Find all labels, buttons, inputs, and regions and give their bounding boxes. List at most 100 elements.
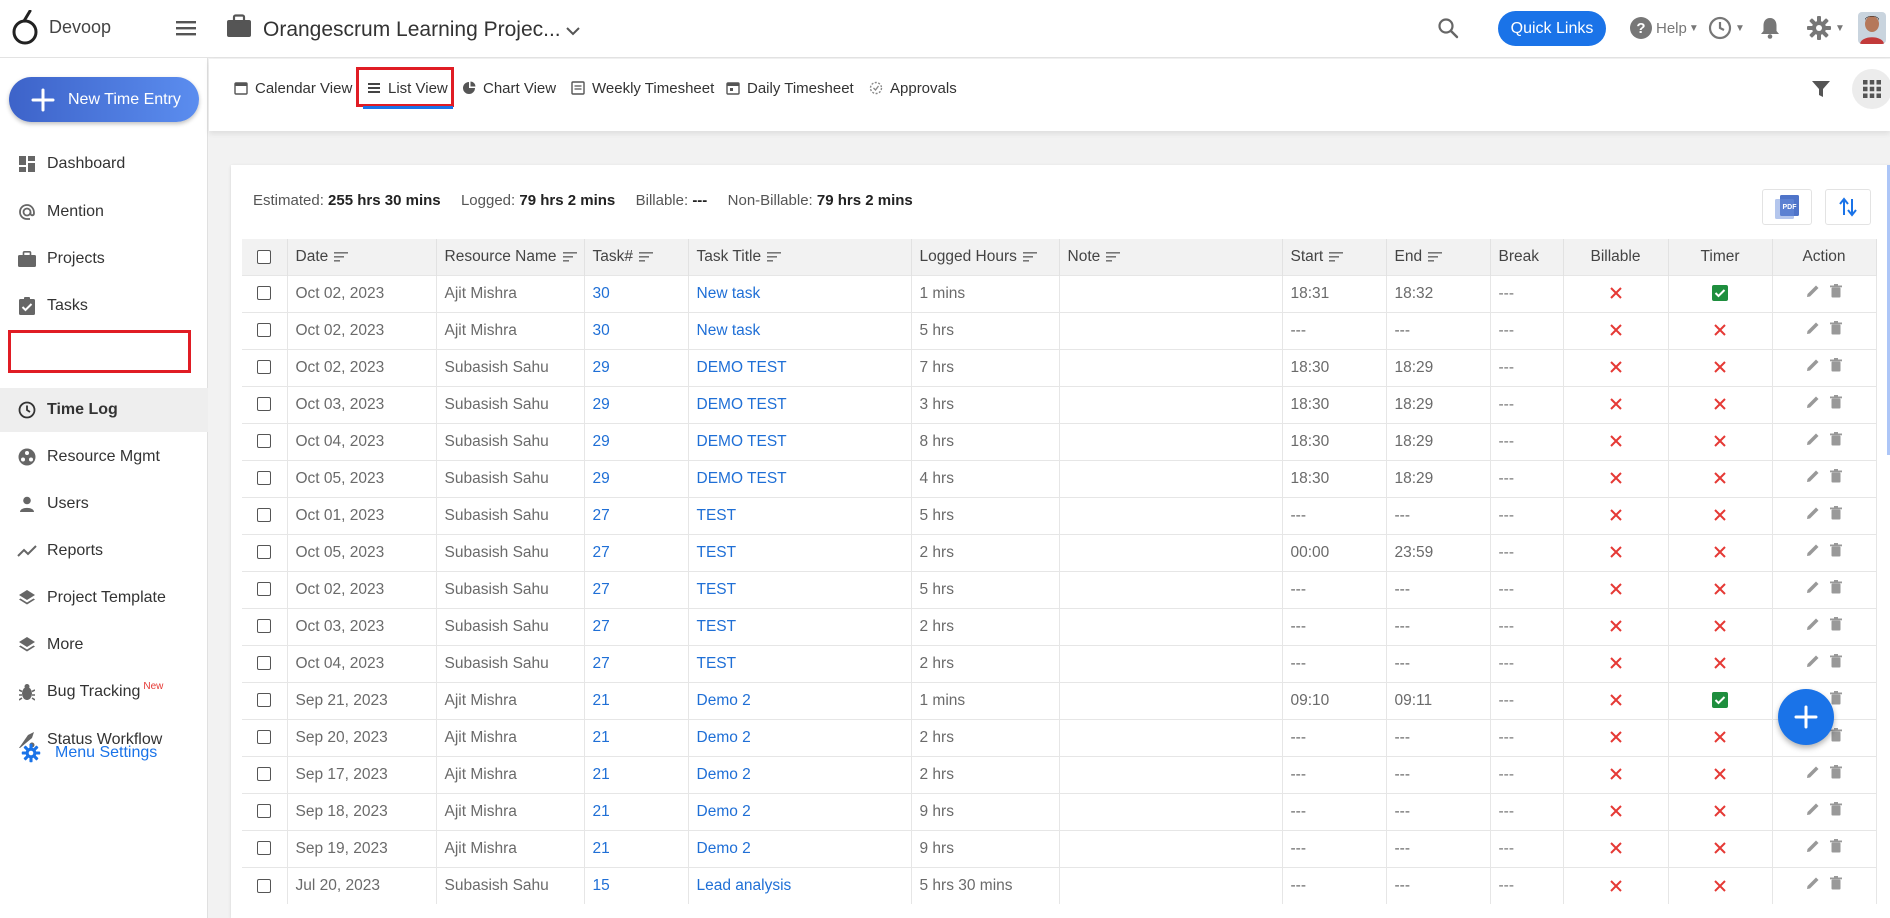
sidebar-item-tasks[interactable]: Tasks: [0, 284, 208, 328]
cell-task-number-link[interactable]: 27: [584, 607, 689, 645]
delete-trash-icon[interactable]: [1830, 543, 1842, 557]
edit-pencil-icon[interactable]: [1806, 580, 1820, 594]
row-checkbox[interactable]: [242, 459, 288, 497]
edit-pencil-icon[interactable]: [1806, 358, 1820, 372]
cell-task-number-link[interactable]: 27: [584, 644, 689, 682]
row-checkbox[interactable]: [242, 607, 288, 645]
cell-task-number-link[interactable]: 21: [584, 829, 689, 867]
tab-calendar-view[interactable]: Calendar View: [234, 75, 352, 101]
edit-pencil-icon[interactable]: [1806, 839, 1820, 853]
sidebar-item-projects[interactable]: Projects: [0, 237, 208, 281]
cell-task-title-link[interactable]: TEST: [688, 533, 912, 571]
delete-trash-icon[interactable]: [1830, 802, 1842, 816]
cell-task-number-link[interactable]: 27: [584, 496, 689, 534]
cell-task-title-link[interactable]: Demo 2: [688, 718, 912, 756]
delete-trash-icon[interactable]: [1830, 765, 1842, 779]
row-checkbox[interactable]: [242, 570, 288, 608]
tab-approvals[interactable]: Approvals: [869, 75, 957, 101]
cell-task-title-link[interactable]: Demo 2: [688, 792, 912, 830]
cell-task-title-link[interactable]: TEST: [688, 644, 912, 682]
sort-icon[interactable]: [767, 251, 782, 263]
tab-weekly-timesheet[interactable]: Weekly Timesheet: [571, 75, 714, 101]
edit-pencil-icon[interactable]: [1806, 395, 1820, 409]
edit-pencil-icon[interactable]: [1806, 617, 1820, 631]
row-checkbox[interactable]: [242, 829, 288, 867]
cell-task-title-link[interactable]: TEST: [688, 570, 912, 608]
help-menu[interactable]: ? Help ▼: [1629, 15, 1699, 41]
cell-task-number-link[interactable]: 15: [584, 866, 689, 904]
column-header-note[interactable]: Note: [1059, 239, 1283, 275]
sort-icon[interactable]: [1428, 251, 1443, 263]
delete-trash-icon[interactable]: [1830, 876, 1842, 890]
quick-links-button[interactable]: Quick Links: [1498, 11, 1606, 46]
delete-trash-icon[interactable]: [1830, 654, 1842, 668]
delete-trash-icon[interactable]: [1830, 691, 1842, 705]
sidebar-item-dashboard[interactable]: Dashboard: [0, 142, 208, 186]
add-time-entry-fab[interactable]: [1778, 689, 1834, 745]
column-header-logged-hours[interactable]: Logged Hours: [911, 239, 1060, 275]
apps-grid-icon[interactable]: [1852, 69, 1890, 109]
row-checkbox[interactable]: [242, 644, 288, 682]
column-header-start[interactable]: Start: [1282, 239, 1387, 275]
column-header-date[interactable]: Date: [287, 239, 437, 275]
settings-menu[interactable]: ▼: [1806, 14, 1846, 42]
edit-pencil-icon[interactable]: [1806, 432, 1820, 446]
cell-task-title-link[interactable]: Demo 2: [688, 681, 912, 719]
sort-icon[interactable]: [1022, 251, 1037, 263]
delete-trash-icon[interactable]: [1830, 321, 1842, 335]
delete-trash-icon[interactable]: [1830, 839, 1842, 853]
filter-icon[interactable]: [1810, 78, 1832, 100]
hamburger-menu-icon[interactable]: [175, 17, 197, 39]
cell-task-number-link[interactable]: 21: [584, 755, 689, 793]
project-title[interactable]: Orangescrum Learning Projec...: [263, 18, 561, 42]
sort-icon[interactable]: [334, 251, 349, 263]
sort-toggle-button[interactable]: [1825, 189, 1871, 225]
cell-task-title-link[interactable]: TEST: [688, 607, 912, 645]
row-checkbox[interactable]: [242, 422, 288, 460]
row-checkbox[interactable]: [242, 311, 288, 349]
cell-task-number-link[interactable]: 29: [584, 422, 689, 460]
row-checkbox[interactable]: [242, 385, 288, 423]
cell-task-number-link[interactable]: 30: [584, 274, 689, 312]
delete-trash-icon[interactable]: [1830, 358, 1842, 372]
select-all-checkbox[interactable]: [242, 239, 288, 275]
menu-settings-link[interactable]: Menu Settings: [0, 738, 157, 768]
devoop-logo-icon[interactable]: [10, 10, 40, 46]
edit-pencil-icon[interactable]: [1806, 506, 1820, 520]
user-avatar[interactable]: [1858, 12, 1886, 44]
cell-task-number-link[interactable]: 21: [584, 792, 689, 830]
edit-pencil-icon[interactable]: [1806, 802, 1820, 816]
row-checkbox[interactable]: [242, 274, 288, 312]
cell-task-title-link[interactable]: Demo 2: [688, 755, 912, 793]
row-checkbox[interactable]: [242, 755, 288, 793]
edit-pencil-icon[interactable]: [1806, 876, 1820, 890]
row-checkbox[interactable]: [242, 792, 288, 830]
edit-pencil-icon[interactable]: [1806, 765, 1820, 779]
delete-trash-icon[interactable]: [1830, 432, 1842, 446]
cell-task-title-link[interactable]: DEMO TEST: [688, 385, 912, 423]
sidebar-item-more[interactable]: More: [0, 623, 208, 667]
sidebar-item-reports[interactable]: Reports: [0, 529, 208, 573]
column-header-resource-name[interactable]: Resource Name: [436, 239, 585, 275]
delete-trash-icon[interactable]: [1830, 506, 1842, 520]
delete-trash-icon[interactable]: [1830, 395, 1842, 409]
cell-task-number-link[interactable]: 27: [584, 533, 689, 571]
export-pdf-button[interactable]: PDF: [1762, 189, 1812, 225]
edit-pencil-icon[interactable]: [1806, 469, 1820, 483]
cell-task-number-link[interactable]: 21: [584, 681, 689, 719]
edit-pencil-icon[interactable]: [1806, 321, 1820, 335]
cell-task-number-link[interactable]: 29: [584, 348, 689, 386]
delete-trash-icon[interactable]: [1830, 284, 1842, 298]
cell-task-number-link[interactable]: 29: [584, 459, 689, 497]
cell-task-title-link[interactable]: TEST: [688, 496, 912, 534]
column-header-task-title[interactable]: Task Title: [688, 239, 912, 275]
sidebar-item-time-log[interactable]: Time Log: [0, 388, 208, 432]
column-header-task[interactable]: Task#: [584, 239, 689, 275]
edit-pencil-icon[interactable]: [1806, 284, 1820, 298]
edit-pencil-icon[interactable]: [1806, 654, 1820, 668]
cell-task-title-link[interactable]: DEMO TEST: [688, 348, 912, 386]
new-time-entry-button[interactable]: New Time Entry: [9, 77, 199, 122]
delete-trash-icon[interactable]: [1830, 469, 1842, 483]
sort-icon[interactable]: [1329, 251, 1344, 263]
row-checkbox[interactable]: [242, 681, 288, 719]
